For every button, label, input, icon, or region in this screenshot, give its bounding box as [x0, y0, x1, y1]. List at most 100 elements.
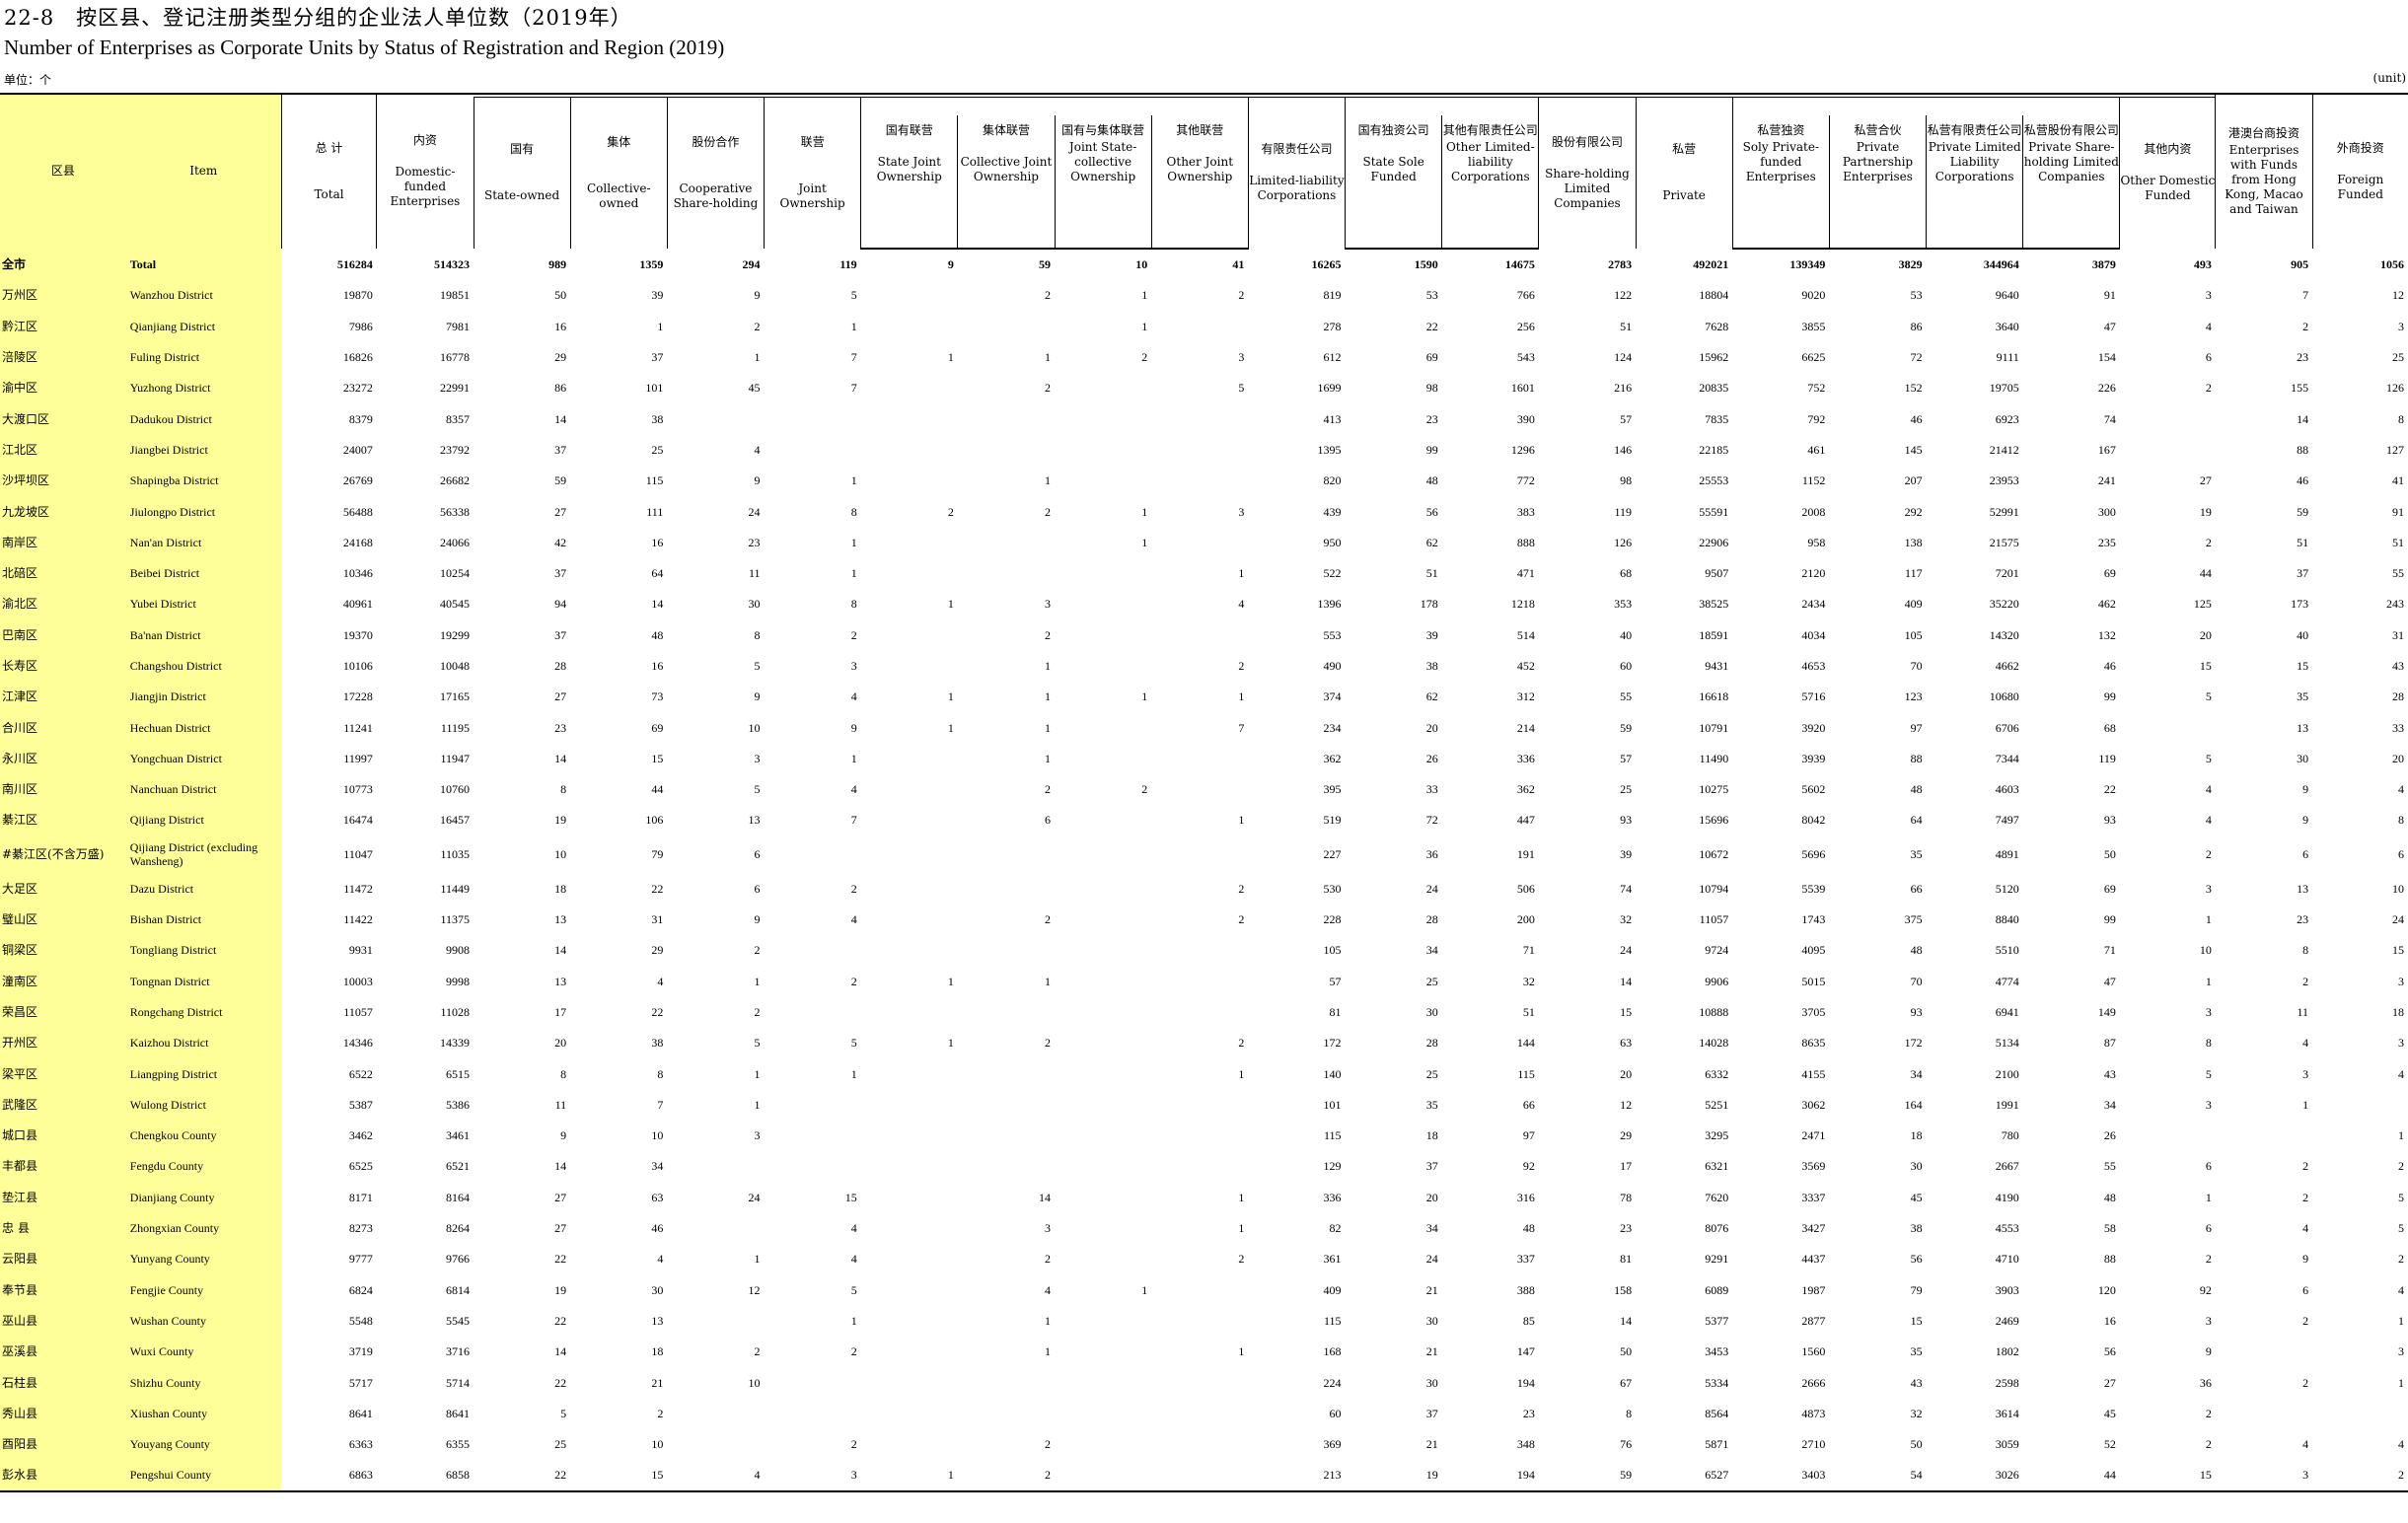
value-cell: 14	[554, 1344, 567, 1359]
value-cell: 31	[2392, 627, 2404, 642]
table-title-english: Number of Enterprises as Corporate Units…	[4, 36, 725, 59]
value-cell: 6522	[348, 1066, 373, 1081]
value-cell: 7	[850, 381, 857, 396]
value-cell: 12	[1620, 1097, 1633, 1112]
value-cell: 25	[1425, 1066, 1438, 1081]
table-row: 石柱县 Shizhu County 5717 5714 22 21 10 224 30 194 67…	[0, 1366, 2408, 1399]
table-row: 江北区 Jiangbei District 24007 23792 37 25 4 1395 9…	[0, 434, 2408, 466]
region-name-english: Tongnan District	[125, 966, 282, 997]
value-cell: 72	[1910, 350, 1923, 365]
value-cell: 3	[764, 1459, 861, 1493]
value-cell: 17228	[342, 689, 373, 704]
value-cell: 19	[1345, 1459, 1442, 1493]
value-cell: 16	[2103, 1313, 2116, 1328]
value-cell: 132	[2097, 627, 2116, 642]
value-cell: 1601	[1510, 381, 1535, 396]
value-cell: 25	[554, 1437, 567, 1452]
value-cell: 140	[1323, 1066, 1342, 1081]
table-row: 永川区 Yongchuan District 11997 11947 14 15 3 1 1 36…	[0, 743, 2408, 774]
value-cell: 24	[748, 504, 761, 519]
value-cell	[1151, 311, 1248, 341]
value-cell: 2	[1045, 381, 1052, 396]
value-cell	[1055, 805, 1151, 835]
header-domestic: 内资 Domestic-funded Enterprises	[376, 93, 474, 249]
value-cell: 16474	[342, 813, 373, 828]
region-name-english: Yuzhong District	[125, 372, 282, 403]
value-cell	[861, 1274, 958, 1305]
value-cell: 516284	[336, 256, 373, 271]
value-cell: 86	[1910, 319, 1923, 333]
value-cell: 1	[850, 1313, 857, 1328]
region-name-english: Nanchuan District	[125, 773, 282, 805]
value-cell: 28	[2392, 689, 2404, 704]
value-cell: 9766	[446, 1252, 470, 1267]
value-cell: 958	[1807, 535, 1826, 549]
region-name-english: Changshou District	[125, 650, 282, 682]
value-cell: 4	[2205, 813, 2212, 828]
header-hmt: 港澳台商投资 Enterprises with Funds from Hong …	[2215, 93, 2313, 249]
value-cell: 234	[1323, 720, 1342, 735]
value-cell: 4	[2205, 782, 2212, 797]
value-cell: 312	[1516, 689, 1535, 704]
table-row: 南川区 Nanchuan District 10773 10760 8 44 5 4 2 2 395…	[0, 773, 2408, 805]
header-private-partnership: 私营合伙 Private Partnership Enterprises	[1828, 114, 1927, 250]
value-cell: 1	[1238, 566, 1245, 581]
value-cell: 21	[651, 1375, 664, 1390]
value-cell: 362	[1323, 751, 1342, 765]
value-cell: 2	[754, 1004, 761, 1019]
value-cell: 207	[1904, 473, 1923, 488]
value-cell: 23	[554, 720, 567, 735]
table-row: 丰都县 Fengdu County 6525 6521 14 34 129 37 92 17 632…	[0, 1150, 2408, 1183]
value-cell	[861, 1182, 958, 1212]
table-row: 渝北区 Yubei District 40961 40545 94 14 30 8 1 3 4 139…	[0, 588, 2408, 620]
value-cell: 10003	[342, 974, 373, 988]
value-cell: 17	[1620, 1159, 1633, 1174]
value-cell: 530	[1323, 881, 1342, 896]
header-cooperative: 股份合作 Cooperative Share-holding	[666, 97, 765, 249]
value-cell: 2	[2205, 1437, 2212, 1452]
header-private-share: 私营股份有限公司 Private Share-holding Limited C…	[2022, 114, 2120, 250]
value-cell: 2	[1238, 912, 1245, 927]
value-cell: 14	[1620, 974, 1633, 988]
value-cell: 6	[2302, 1282, 2309, 1297]
value-cell: 11035	[440, 847, 470, 862]
value-cell: 1359	[639, 256, 664, 271]
value-cell: 19705	[1989, 381, 2019, 396]
value-cell	[765, 1151, 861, 1182]
value-cell: 243	[2386, 597, 2404, 612]
value-cell: 294	[742, 256, 761, 271]
value-cell: 3920	[1801, 720, 1826, 735]
value-cell: 18	[2392, 1004, 2404, 1019]
region-name-english: Wanzhou District	[125, 279, 282, 312]
value-cell: 10	[2392, 881, 2404, 896]
table-row: 大足区 Dazu District 11472 11449 18 22 6 2 2 530 24 50…	[0, 873, 2408, 905]
value-cell: 12	[748, 1282, 761, 1297]
value-cell: 26	[1425, 751, 1438, 765]
value-cell: 69	[651, 720, 664, 735]
value-cell: 172	[1904, 1036, 1923, 1051]
value-cell: 63	[651, 1190, 664, 1204]
region-name-english: Qijiang District	[125, 804, 282, 836]
value-cell	[765, 935, 861, 966]
value-cell: 30	[1425, 1004, 1438, 1019]
value-cell: 7986	[348, 319, 373, 333]
value-cell: 67	[1620, 1375, 1633, 1390]
value-cell: 5539	[1801, 881, 1826, 896]
value-cell: 43	[2392, 659, 2404, 673]
value-cell: 51	[2297, 535, 2309, 549]
value-cell: 87	[2103, 1036, 2116, 1051]
region-name-chinese: 黔江区	[0, 311, 126, 342]
value-cell: 34	[1910, 1066, 1923, 1081]
value-cell	[861, 743, 958, 773]
value-cell: 353	[1614, 597, 1633, 612]
table-row: 黔江区 Qianjiang District 7986 7981 16 1 2 1 1 278 22…	[0, 311, 2408, 342]
value-cell: 115	[1323, 1128, 1342, 1143]
value-cell: 39	[1620, 847, 1633, 862]
value-cell: 2	[1045, 504, 1052, 519]
value-cell: 5015	[1801, 974, 1826, 988]
value-cell: 5	[754, 782, 761, 797]
value-cell: 8379	[348, 411, 373, 426]
value-cell: 14	[651, 597, 664, 612]
value-cell	[667, 403, 764, 434]
value-cell: 395	[1323, 782, 1342, 797]
